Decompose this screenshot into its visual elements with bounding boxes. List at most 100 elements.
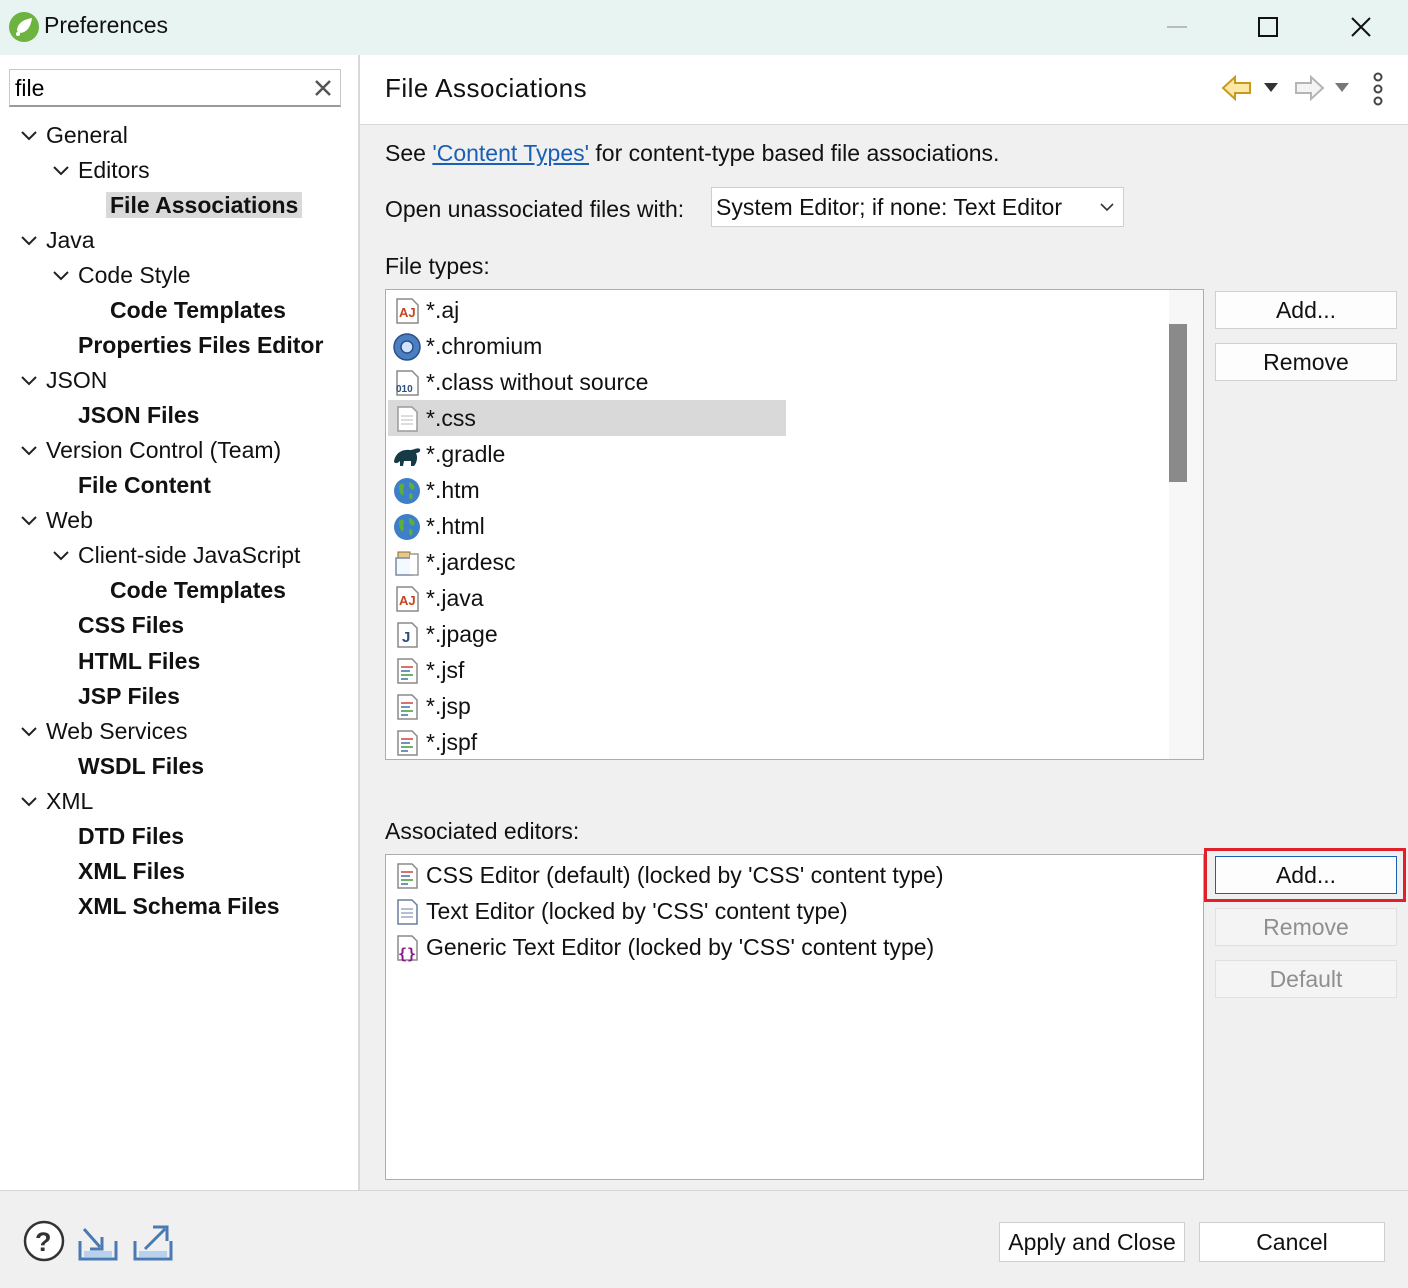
- file-type-row-selected[interactable]: *.css: [388, 400, 786, 436]
- help-icon[interactable]: ?: [22, 1219, 66, 1263]
- svg-text:AJ: AJ: [399, 593, 416, 608]
- file-type-remove-button[interactable]: Remove: [1215, 343, 1397, 381]
- class-file-icon: 010: [396, 370, 419, 396]
- highlight-box: [1204, 848, 1406, 902]
- chevron-down-icon[interactable]: [18, 721, 40, 743]
- back-arrow-icon[interactable]: [1220, 73, 1254, 103]
- tree-item-json[interactable]: JSON: [18, 363, 107, 398]
- java-file-icon: J: [397, 622, 418, 648]
- file-type-row[interactable]: *.html: [388, 508, 788, 544]
- file-type-row[interactable]: AJ *.aj: [388, 292, 788, 328]
- filter-input[interactable]: [13, 72, 303, 104]
- text-file-icon: [397, 899, 418, 925]
- gradle-icon: [394, 448, 421, 466]
- tree-item-file-associations[interactable]: File Associations: [106, 188, 303, 223]
- minimize-icon: [1167, 26, 1187, 28]
- tree-item-xml-schema-files[interactable]: XML Schema Files: [78, 889, 280, 924]
- associated-editors-list[interactable]: CSS Editor (default) (locked by 'CSS' co…: [385, 854, 1204, 1180]
- svg-text:?: ?: [35, 1227, 52, 1257]
- chevron-down-icon[interactable]: [50, 545, 72, 567]
- chevron-down-icon[interactable]: [18, 791, 40, 813]
- editor-default-button[interactable]: Default: [1215, 960, 1397, 998]
- open-unassociated-select[interactable]: System Editor; if none: Text Editor: [711, 187, 1124, 227]
- file-type-row[interactable]: *.chromium: [388, 328, 788, 364]
- web-file-icon: [397, 658, 418, 684]
- file-type-row[interactable]: *.jspf: [388, 724, 788, 759]
- file-type-row[interactable]: *.gradle: [388, 436, 788, 472]
- tree-item-json-files[interactable]: JSON Files: [78, 398, 199, 433]
- chevron-down-icon[interactable]: [18, 125, 40, 147]
- editor-row[interactable]: CSS Editor (default) (locked by 'CSS' co…: [388, 857, 1188, 893]
- tree-item-file-content[interactable]: File Content: [78, 468, 211, 503]
- file-type-add-button[interactable]: Add...: [1215, 291, 1397, 329]
- preference-page: File Associations See 'Content Types' fo…: [360, 55, 1408, 1190]
- file-type-row[interactable]: AJ *.java: [388, 580, 788, 616]
- editor-row[interactable]: Text Editor (locked by 'CSS' content typ…: [388, 893, 1188, 929]
- file-types-scroll-thumb[interactable]: [1169, 324, 1187, 482]
- chevron-down-icon[interactable]: [50, 160, 72, 182]
- web-file-icon: [397, 694, 418, 720]
- spring-app-icon: [9, 12, 39, 42]
- tree-item-html-files[interactable]: HTML Files: [78, 644, 200, 679]
- dialog-button-bar: ? Apply and Close Cancel: [0, 1190, 1408, 1288]
- tree-item-xml[interactable]: XML: [18, 784, 93, 819]
- tree-item-general[interactable]: General: [18, 118, 128, 153]
- filter-box: [9, 69, 341, 107]
- page-header: File Associations: [360, 55, 1408, 125]
- chromium-icon: [393, 333, 421, 361]
- tree-item-code-templates[interactable]: Code Templates: [110, 293, 286, 328]
- tree-item-code-style[interactable]: Code Style: [50, 258, 191, 293]
- tree-item-properties-files-editor[interactable]: Properties Files Editor: [78, 328, 323, 363]
- chevron-down-icon[interactable]: [18, 510, 40, 532]
- tree-item-editors[interactable]: Editors: [50, 153, 150, 188]
- tree-item-css-files[interactable]: CSS Files: [78, 608, 184, 643]
- text-file-icon: [397, 406, 418, 432]
- tree-item-wsdl-files[interactable]: WSDL Files: [78, 749, 204, 784]
- apply-and-close-button[interactable]: Apply and Close: [999, 1222, 1185, 1262]
- tree-item-java[interactable]: Java: [18, 223, 95, 258]
- content-types-link[interactable]: 'Content Types': [432, 140, 589, 166]
- tree-item-client-side-javascript[interactable]: Client-side JavaScript: [50, 538, 300, 573]
- tree-item-jsp-files[interactable]: JSP Files: [78, 679, 180, 714]
- import-icon[interactable]: [76, 1219, 120, 1263]
- file-types-list[interactable]: AJ *.aj *.chromium 010 *.class without s…: [385, 289, 1204, 760]
- jar-icon: [395, 551, 419, 576]
- file-type-row[interactable]: *.htm: [388, 472, 788, 508]
- tree-item-js-code-templates[interactable]: Code Templates: [110, 573, 286, 608]
- back-dropdown-icon[interactable]: [1263, 82, 1279, 94]
- chevron-down-icon: [1100, 203, 1114, 212]
- tree-item-dtd-files[interactable]: DTD Files: [78, 819, 184, 854]
- tree-item-web-services[interactable]: Web Services: [18, 714, 187, 749]
- aspectj-icon: AJ: [396, 298, 419, 324]
- forward-dropdown-icon[interactable]: [1334, 82, 1350, 94]
- chevron-down-icon[interactable]: [18, 230, 40, 252]
- tree-item-web[interactable]: Web: [18, 503, 93, 538]
- aspectj-icon: AJ: [396, 586, 419, 612]
- editor-row[interactable]: {} Generic Text Editor (locked by 'CSS' …: [388, 929, 1188, 965]
- cancel-button[interactable]: Cancel: [1199, 1222, 1385, 1262]
- file-type-row[interactable]: *.jsf: [388, 652, 788, 688]
- maximize-button[interactable]: [1245, 6, 1291, 48]
- maximize-icon: [1258, 17, 1278, 37]
- file-type-row[interactable]: *.jsp: [388, 688, 788, 724]
- editor-remove-button[interactable]: Remove: [1215, 908, 1397, 946]
- file-type-row[interactable]: *.jardesc: [388, 544, 788, 580]
- tree-item-xml-files[interactable]: XML Files: [78, 854, 185, 889]
- close-button[interactable]: [1338, 6, 1384, 48]
- file-types-label: File types:: [385, 253, 490, 279]
- file-type-row[interactable]: 010 *.class without source: [388, 364, 788, 400]
- forward-arrow-icon[interactable]: [1292, 73, 1326, 103]
- chevron-down-icon[interactable]: [18, 440, 40, 462]
- open-unassociated-label: Open unassociated files with:: [385, 196, 685, 222]
- window-title: Preferences: [44, 12, 169, 38]
- more-options-icon[interactable]: [1368, 71, 1388, 107]
- clear-filter-icon[interactable]: [312, 77, 334, 99]
- globe-icon: [394, 478, 420, 504]
- minimize-button[interactable]: [1154, 6, 1200, 48]
- file-type-row[interactable]: J *.jpage: [388, 616, 788, 652]
- tree-item-version-control[interactable]: Version Control (Team): [18, 433, 281, 468]
- chevron-down-icon[interactable]: [18, 370, 40, 392]
- chevron-down-icon[interactable]: [50, 265, 72, 287]
- title-bar: Preferences: [0, 0, 1408, 55]
- export-icon[interactable]: [131, 1219, 175, 1263]
